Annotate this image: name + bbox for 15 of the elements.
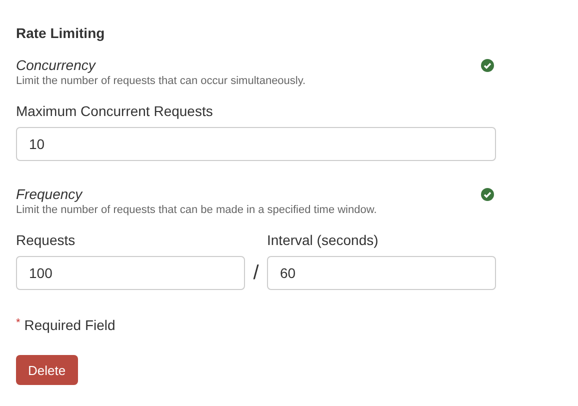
- delete-button[interactable]: Delete: [16, 355, 78, 385]
- field-label: Interval (seconds): [267, 231, 380, 249]
- required-note: Required Field: [24, 317, 116, 333]
- separator: /: [252, 261, 260, 286]
- description: Limit the number of requests that can be made in a specified time window.: [16, 203, 378, 218]
- input-field[interactable]: 100: [16, 256, 245, 290]
- subsection-title: Concurrency: [16, 56, 96, 74]
- input-field[interactable]: 10: [16, 127, 496, 161]
- required-marker: *: [16, 317, 20, 329]
- field-label: Requests: [16, 231, 76, 249]
- input-field[interactable]: 60: [267, 256, 496, 290]
- description: Limit the number of requests that can occur simultaneously.: [16, 74, 307, 89]
- field-label: Maximum Concurrent Requests: [16, 102, 214, 120]
- section-heading: Rate Limiting: [16, 24, 106, 43]
- subsection-title: Frequency: [16, 185, 82, 203]
